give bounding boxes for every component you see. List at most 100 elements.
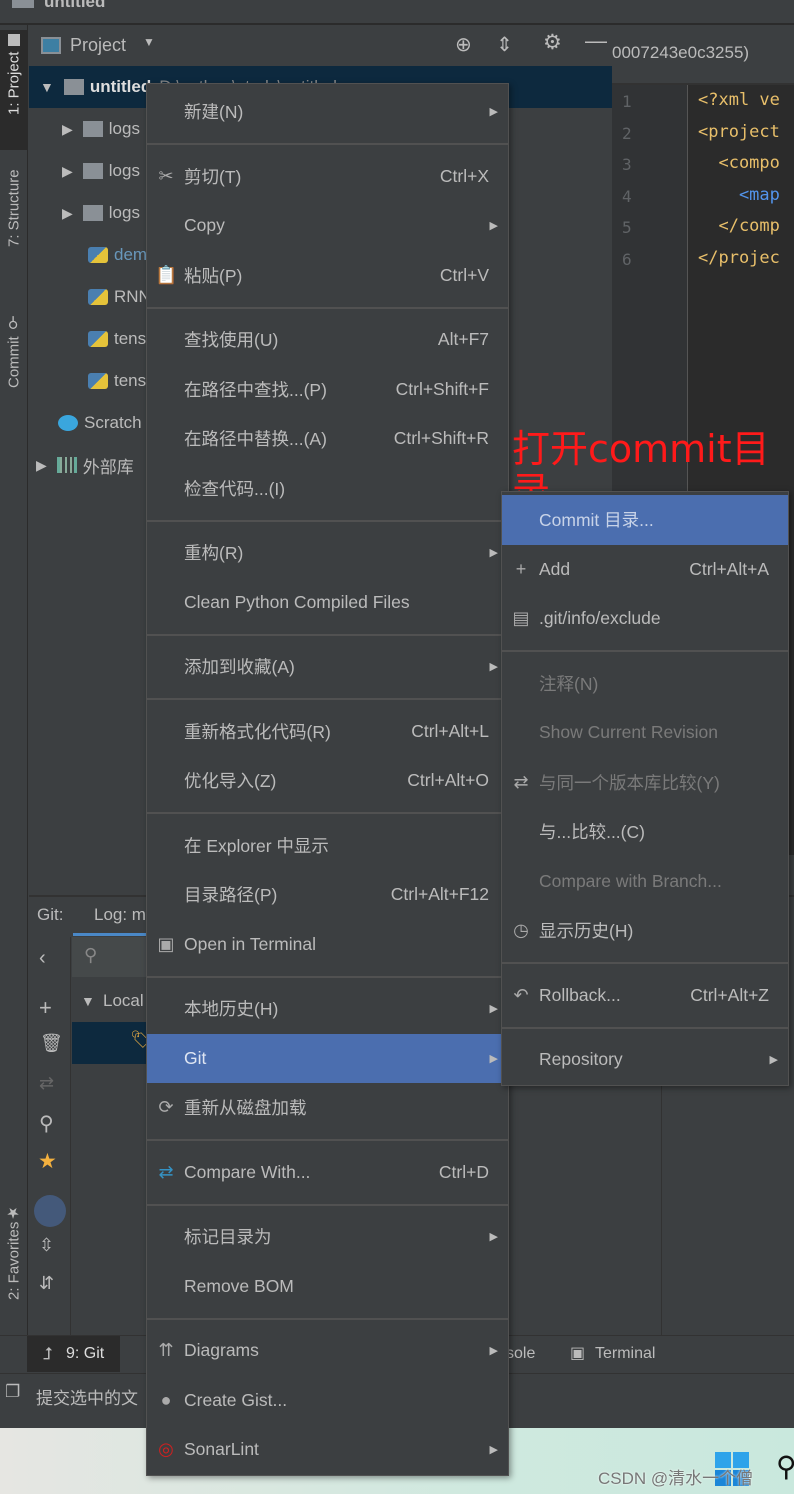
menu-item[interactable]: ↶ Rollback... Ctrl+Alt+Z <box>502 971 788 1021</box>
expand-arrow-icon[interactable]: ▶ <box>62 121 73 138</box>
back-icon[interactable]: ‹ <box>39 947 46 970</box>
menu-item-label: 本地历史(H) <box>184 999 279 1020</box>
tab-log[interactable]: Log: m <box>94 905 146 925</box>
expand-arrow-icon[interactable]: ▼ <box>81 993 95 1009</box>
menu-item[interactable]: Show Current Revision <box>502 708 788 758</box>
menu-item-label: 重构(R) <box>184 543 244 564</box>
menu-item[interactable]: ▤ .git/info/exclude <box>502 594 788 644</box>
tab-structure[interactable]: 7: Structure <box>0 165 28 285</box>
tab-project[interactable]: 1: Project <box>0 30 28 150</box>
code-line[interactable]: <project <box>698 122 780 142</box>
folder-icon <box>82 205 103 221</box>
expand-arrow-icon[interactable]: ▶ <box>62 205 73 222</box>
menu-item-shortcut: Ctrl+Alt+L <box>411 720 489 741</box>
tab-underline <box>73 933 153 936</box>
code-line[interactable]: <map <box>698 185 780 205</box>
menu-item[interactable]: 在路径中替换...(A) Ctrl+Shift+R <box>147 414 508 464</box>
chevron-down-icon[interactable]: ▼ <box>143 35 155 49</box>
menu-item[interactable]: ⇈ Diagrams ▶ <box>147 1326 508 1376</box>
menu-item[interactable]: Remove BOM <box>147 1262 508 1312</box>
expand-icon[interactable]: ⇳ <box>39 1235 54 1256</box>
code-line[interactable]: <compo <box>698 153 779 173</box>
folder-toggle-icon[interactable] <box>34 1195 66 1227</box>
menu-item-shortcut: Ctrl+V <box>439 264 489 285</box>
menu-item[interactable]: Clean Python Compiled Files <box>147 578 508 628</box>
menu-item[interactable]: ◷ 显示历史(H) <box>502 906 788 956</box>
menu-item[interactable]: ⟳ 重新从磁盘加载 <box>147 1083 508 1133</box>
menu-item-label: SonarLint <box>184 1439 259 1460</box>
expand-arrow-icon[interactable]: ▶ <box>62 163 73 180</box>
collapse-all-icon[interactable]: ⇕ <box>496 32 513 57</box>
submenu-arrow-icon: ▶ <box>769 1054 778 1067</box>
menu-item[interactable]: 查找使用(U) Alt+F7 <box>147 315 508 365</box>
menu-item[interactable]: + Add Ctrl+Alt+A <box>502 545 788 595</box>
project-view-selector[interactable]: Project <box>70 35 126 56</box>
locate-icon[interactable]: ⊕ <box>455 32 472 57</box>
code-line[interactable]: </projec <box>698 248 780 268</box>
editor-tab[interactable]: 0007243e0c3255) <box>612 43 749 63</box>
menu-item[interactable]: ✂ 剪切(T) Ctrl+X <box>147 152 508 202</box>
status-text: 提交选中的文 <box>36 1389 138 1408</box>
gear-icon[interactable]: ⚙ <box>543 30 562 55</box>
menu-item-label: 剪切(T) <box>184 166 242 187</box>
menu-item[interactable]: 检查代码...(I) <box>147 464 508 514</box>
plus-icon[interactable]: + <box>39 995 52 1021</box>
menu-item-label: Repository <box>539 1049 623 1070</box>
star-icon[interactable]: ★ <box>38 1149 57 1174</box>
tab-commit[interactable]: Commit ⚲ <box>0 310 28 420</box>
menu-item[interactable]: Repository ▶ <box>502 1035 788 1085</box>
menu-separator <box>147 513 508 528</box>
menu-item[interactable]: Compare with Branch... <box>502 857 788 907</box>
git-label: Git: <box>37 905 64 924</box>
compare-icon[interactable]: ⇄ <box>39 1073 54 1094</box>
menu-item[interactable]: 本地历史(H) ▶ <box>147 984 508 1034</box>
menu-item[interactable]: ⇄ 与同一个版本库比较(Y) <box>502 758 788 808</box>
code-line[interactable]: </comp <box>698 216 779 236</box>
clipboard-icon: 📋 <box>155 264 178 285</box>
local-branches-node[interactable]: Local <box>103 991 144 1011</box>
menu-item-shortcut: Ctrl+D <box>438 1161 489 1182</box>
diagrams-icon: ⇈ <box>158 1340 174 1361</box>
expand-arrow-icon[interactable]: ▶ <box>36 457 47 474</box>
tab-favorites[interactable]: 2: Favorites ★ <box>0 1200 28 1320</box>
minimize-icon[interactable]: — <box>585 28 607 54</box>
expand-arrow-icon[interactable]: ▼ <box>40 79 54 95</box>
reload-icon: ⟳ <box>158 1097 174 1118</box>
menu-item-label: Clean Python Compiled Files <box>184 591 410 612</box>
breadcrumb-project[interactable]: untitled <box>44 0 105 12</box>
menu-item[interactable]: 注释(N) <box>502 659 788 709</box>
menu-item[interactable]: ▣ Open in Terminal <box>147 920 508 970</box>
scratches-icon <box>58 415 78 431</box>
folder-icon <box>82 121 103 137</box>
tab-console[interactable]: sole <box>506 1345 535 1363</box>
compare-icon: ⇄ <box>158 1161 174 1182</box>
menu-item[interactable]: 添加到收藏(A) ▶ <box>147 642 508 692</box>
menu-item[interactable]: 重新格式化代码(R) Ctrl+Alt+L <box>147 707 508 757</box>
menu-item[interactable]: 目录路径(P) Ctrl+Alt+F12 <box>147 870 508 920</box>
python-file-icon <box>88 289 108 305</box>
menu-item[interactable]: 新建(N) ▶ <box>147 87 508 137</box>
collapse-icon[interactable]: ⇵ <box>39 1273 54 1294</box>
tab-terminal[interactable]: Terminal <box>595 1345 655 1363</box>
trash-icon[interactable]: 🗑 <box>40 1033 63 1054</box>
menu-item[interactable]: 在路径中查找...(P) Ctrl+Shift+F <box>147 365 508 415</box>
menu-item-label: 粘贴(P) <box>184 265 243 286</box>
search-icon[interactable]: ⚲ <box>776 1450 794 1483</box>
terminal-icon: ▣ <box>157 933 175 954</box>
menu-item[interactable]: Commit 目录... <box>502 495 788 545</box>
menu-item[interactable]: ⇄ Compare With... Ctrl+D <box>147 1148 508 1198</box>
code-line[interactable]: <?xml ve <box>698 90 780 110</box>
menu-item[interactable]: 标记目录为 ▶ <box>147 1212 508 1262</box>
search-icon[interactable]: ⚲ <box>39 1111 54 1136</box>
menu-item[interactable]: 在 Explorer 中显示 <box>147 821 508 871</box>
menu-item-label: 优化导入(Z) <box>184 771 277 792</box>
menu-item[interactable]: 📋 粘贴(P) Ctrl+V <box>147 251 508 301</box>
menu-item[interactable]: 重构(R) ▶ <box>147 528 508 578</box>
menu-item[interactable]: 优化导入(Z) Ctrl+Alt+O <box>147 756 508 806</box>
menu-item[interactable]: 与...比较...(C) <box>502 807 788 857</box>
menu-item[interactable]: ◎ SonarLint ▶ <box>147 1425 508 1475</box>
menu-item[interactable]: ● Create Gist... <box>147 1376 508 1426</box>
menu-item[interactable]: Git ▶ <box>147 1033 508 1083</box>
tab-git[interactable]: ⮥ 9: Git <box>27 1336 120 1372</box>
menu-item[interactable]: Copy ▶ <box>147 201 508 251</box>
